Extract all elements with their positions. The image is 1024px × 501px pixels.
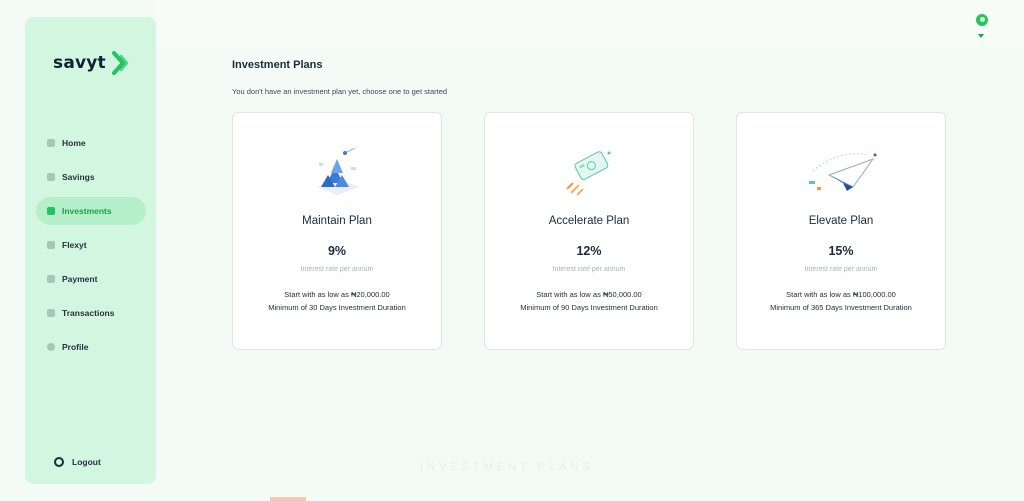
sidebar-item-home[interactable]: Home [36, 129, 146, 157]
sidebar: savyt Home Savings Investments Flexyt Pa… [25, 17, 156, 484]
plan-rate: 12% [576, 244, 602, 258]
logout-icon [54, 457, 64, 467]
plan-title: Maintain Plan [302, 215, 372, 227]
plan-title: Accelerate Plan [548, 215, 630, 227]
plan-card-accelerate[interactable]: Accelerate Plan 12% Interest rate per an… [484, 112, 694, 350]
plan-rate: 9% [327, 244, 347, 258]
grid-icon [47, 139, 55, 147]
plan-rate-label: Interest rate per annum [552, 266, 626, 273]
page-subtitle: You don't have an investment plan yet, c… [232, 87, 448, 96]
payment-icon [47, 275, 55, 283]
logo-text: savyt [53, 53, 106, 73]
plan-card-elevate[interactable]: Elevate Plan 15% Interest rate per annum… [736, 112, 946, 350]
sidebar-item-label: Flexyt [62, 240, 87, 250]
sidebar-item-investments[interactable]: Investments [36, 197, 146, 225]
sidebar-item-label: Profile [62, 342, 89, 352]
paper-plane-illustration [737, 143, 945, 201]
folder-icon [47, 241, 55, 249]
sidebar-nav: Home Savings Investments Flexyt Payment … [36, 129, 146, 367]
footer-watermark: INVESTMENT PLANS [420, 461, 594, 473]
logo[interactable]: savyt [53, 50, 130, 76]
plan-minimum: Start with as low as ₦20,000.00 [284, 290, 390, 299]
sidebar-item-label: Home [62, 138, 86, 148]
plan-rate: 15% [828, 244, 854, 258]
plan-minimum: Start with as low as ₦50,000.00 [536, 290, 642, 299]
plan-duration: Minimum of 365 Days Investment Duration [770, 303, 912, 312]
chevron-down-icon[interactable] [978, 34, 984, 38]
sidebar-item-flexyt[interactable]: Flexyt [36, 231, 146, 259]
piggy-bank-icon [47, 173, 55, 181]
plan-title: Elevate Plan [808, 215, 874, 227]
user-avatar-icon[interactable] [976, 14, 988, 26]
user-icon [47, 343, 55, 351]
sidebar-item-label: Savings [62, 172, 95, 182]
plan-rate-label: Interest rate per annum [804, 266, 878, 273]
stacked-blocks-illustration [233, 143, 441, 201]
logout-label: Logout [72, 457, 101, 467]
flying-card-illustration [485, 143, 693, 201]
sidebar-item-transactions[interactable]: Transactions [36, 299, 146, 327]
sidebar-item-savings[interactable]: Savings [36, 163, 146, 191]
transactions-icon [47, 309, 55, 317]
bottom-strip [270, 497, 306, 501]
sidebar-item-payment[interactable]: Payment [36, 265, 146, 293]
page-title: Investment Plans [232, 59, 323, 71]
plan-rate-label: Interest rate per annum [300, 266, 374, 273]
plan-card-maintain[interactable]: Maintain Plan 9% Interest rate per annum… [232, 112, 442, 350]
logout-button[interactable]: Logout [54, 457, 101, 467]
investments-icon [47, 207, 55, 215]
top-bar [156, 0, 1024, 48]
plan-duration: Minimum of 30 Days Investment Duration [268, 303, 406, 312]
sidebar-item-label: Payment [62, 274, 98, 284]
plan-minimum: Start with as low as ₦100,000.00 [786, 290, 896, 299]
sidebar-item-label: Investments [62, 206, 112, 216]
plan-duration: Minimum of 90 Days Investment Duration [520, 303, 658, 312]
sidebar-item-profile[interactable]: Profile [36, 333, 146, 361]
logo-mark-icon [111, 51, 129, 75]
sidebar-item-label: Transactions [62, 308, 115, 318]
